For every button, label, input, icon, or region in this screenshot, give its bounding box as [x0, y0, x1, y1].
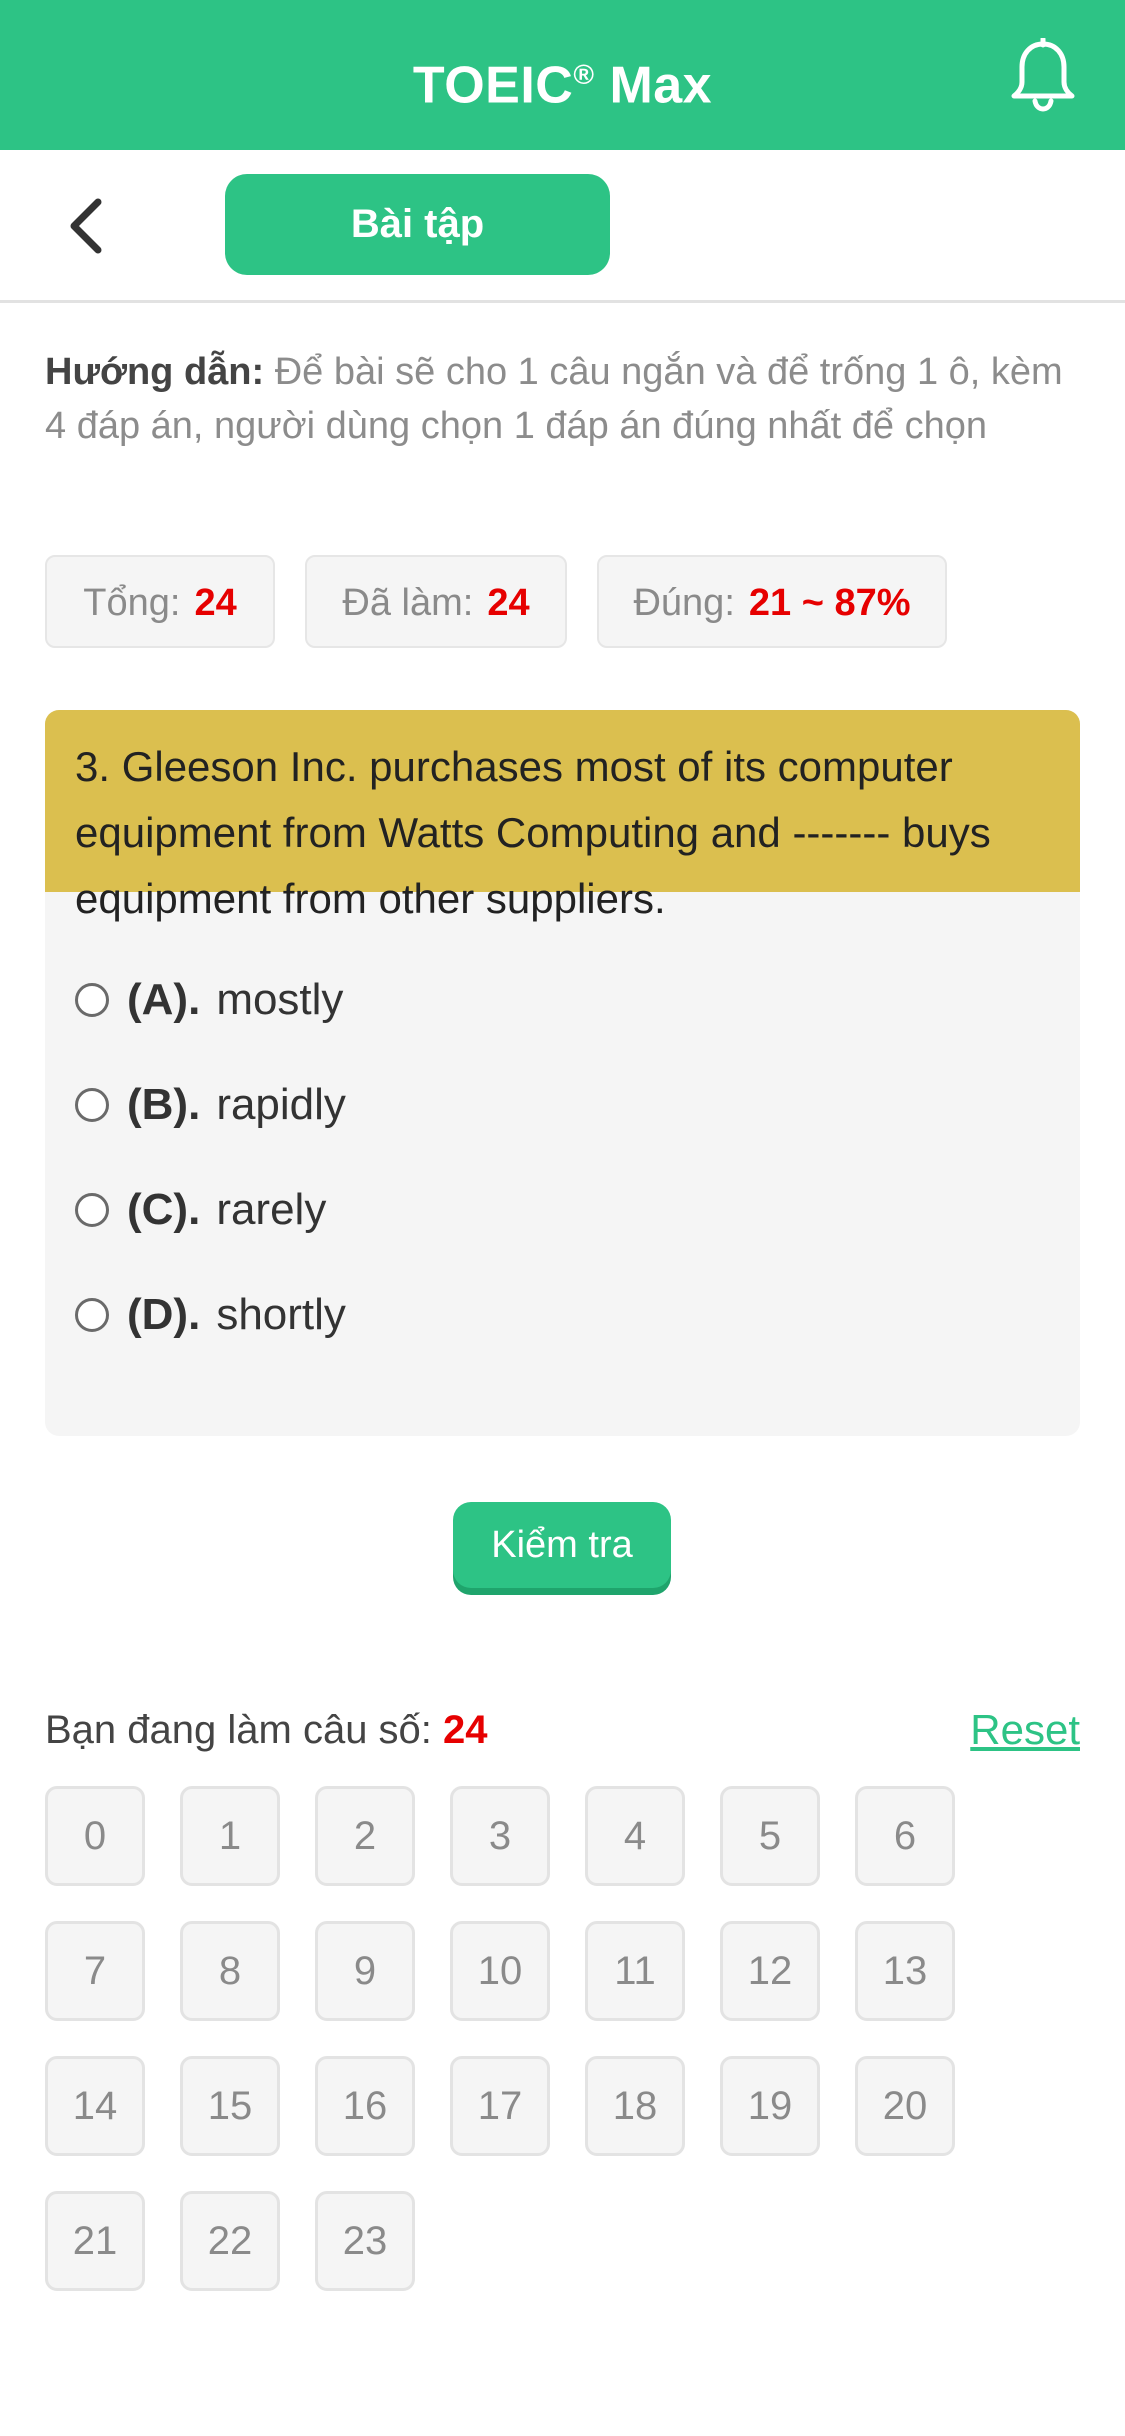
question-number-button[interactable]: 3: [450, 1786, 550, 1886]
stat-total: Tổng: 24: [45, 555, 275, 648]
question-number-button[interactable]: 19: [720, 2056, 820, 2156]
question-number-button[interactable]: 5: [720, 1786, 820, 1886]
progress-label: Bạn đang làm câu số:: [45, 1708, 444, 1752]
question-number-button[interactable]: 12: [720, 1921, 820, 2021]
stat-done: Đã làm: 24: [305, 555, 567, 648]
question-number-button[interactable]: 21: [45, 2191, 145, 2291]
check-button[interactable]: Kiểm tra: [453, 1502, 671, 1588]
radio-icon[interactable]: [75, 983, 109, 1017]
bell-icon[interactable]: [1008, 38, 1078, 112]
question-number-button[interactable]: 23: [315, 2191, 415, 2291]
question-number-button[interactable]: 4: [585, 1786, 685, 1886]
option-c[interactable]: (C). rarely: [75, 1170, 326, 1250]
question-number-button[interactable]: 16: [315, 2056, 415, 2156]
question-number-button[interactable]: 22: [180, 2191, 280, 2291]
question-number-button[interactable]: 7: [45, 1921, 145, 2021]
question-number-button[interactable]: 0: [45, 1786, 145, 1886]
question-number-button[interactable]: 18: [585, 2056, 685, 2156]
question-number-button[interactable]: 14: [45, 2056, 145, 2156]
question-number-button[interactable]: 10: [450, 1921, 550, 2021]
question-number-button[interactable]: 15: [180, 2056, 280, 2156]
question-number-button[interactable]: 11: [585, 1921, 685, 2021]
question-number-button[interactable]: 6: [855, 1786, 955, 1886]
option-a[interactable]: (A). mostly: [75, 960, 343, 1040]
current-question-number: 24: [443, 1708, 488, 1752]
question-number-button[interactable]: 20: [855, 2056, 955, 2156]
question-number-button[interactable]: 1: [180, 1786, 280, 1886]
tab-exercises[interactable]: Bài tập: [225, 174, 610, 275]
chevron-left-icon[interactable]: [60, 196, 120, 256]
app-title: TOEIC® Max: [412, 56, 713, 115]
instructions-label: Hướng dẫn:: [45, 351, 265, 393]
question-number-button[interactable]: 2: [315, 1786, 415, 1886]
stat-correct: Đúng: 21 ~ 87%: [597, 555, 947, 648]
radio-icon[interactable]: [75, 1088, 109, 1122]
option-d[interactable]: (D). shortly: [75, 1275, 346, 1355]
nav-bar: Bài tập: [0, 150, 1125, 303]
option-b[interactable]: (B). rapidly: [75, 1065, 346, 1145]
question-card: 3. Gleeson Inc. purchases most of its co…: [45, 710, 1080, 1436]
progress-row: Bạn đang làm câu số: 24 Reset: [45, 1700, 1080, 1760]
question-text: 3. Gleeson Inc. purchases most of its co…: [45, 710, 1080, 922]
question-number-button[interactable]: 17: [450, 2056, 550, 2156]
reset-link[interactable]: Reset: [970, 1700, 1080, 1760]
instructions: Hướng dẫn: Để bài sẽ cho 1 câu ngắn và đ…: [45, 345, 1080, 453]
question-number-button[interactable]: 9: [315, 1921, 415, 2021]
radio-icon[interactable]: [75, 1193, 109, 1227]
question-number-button[interactable]: 13: [855, 1921, 955, 2021]
question-number-button[interactable]: 8: [180, 1921, 280, 2021]
question-number-grid: 0 1 2 3 4 5 6 7 8 9 10 11 12 13 14 15 16 17 18 19 20 21 22 23: [45, 1786, 1045, 2296]
top-bar: TOEIC® Max: [0, 0, 1125, 150]
radio-icon[interactable]: [75, 1298, 109, 1332]
